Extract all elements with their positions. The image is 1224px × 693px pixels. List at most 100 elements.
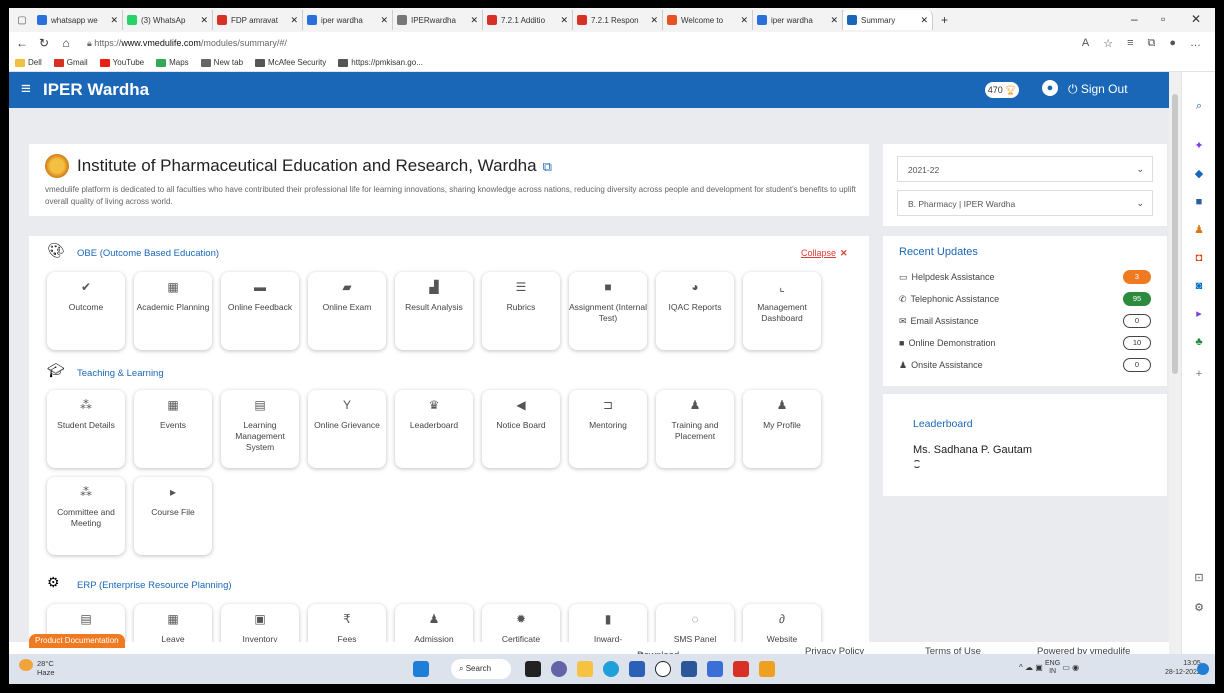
add-icon[interactable]: +	[1193, 368, 1205, 380]
module-tile[interactable]: ▦ Academic Planning	[134, 272, 212, 350]
games-icon[interactable]: ♟	[1193, 224, 1205, 236]
weather-widget[interactable]: 28°C Haze	[19, 659, 55, 677]
tab-close-icon[interactable]: ✕	[290, 15, 298, 26]
tab-close-icon[interactable]: ✕	[380, 15, 388, 26]
search-icon[interactable]: ⌕	[1193, 100, 1205, 112]
module-tile[interactable]: ♛ Leaderboard	[395, 390, 473, 468]
read-aloud-icon[interactable]: A	[1082, 37, 1089, 49]
close-window-button[interactable]: ✕	[1191, 12, 1201, 26]
module-tile[interactable]: ▸ Course File	[134, 477, 212, 555]
profile-icon[interactable]: ●	[1169, 37, 1176, 49]
home-icon[interactable]: ⌂	[57, 36, 75, 50]
favorite-item[interactable]: YouTube	[99, 58, 144, 67]
acrobat-icon[interactable]	[733, 661, 749, 677]
module-tile[interactable]: ⁂ Student Details	[47, 390, 125, 468]
taskbar-clock[interactable]: 13:05 28-12-2022	[1165, 659, 1201, 677]
update-item[interactable]: ▭ Helpdesk Assistance 3	[899, 270, 1155, 288]
back-icon[interactable]: ←	[13, 36, 31, 50]
settings-gear-icon[interactable]: ⚙	[1193, 602, 1205, 614]
user-icon[interactable]: ●	[1042, 80, 1058, 96]
tab-close-icon[interactable]: ✕	[920, 15, 928, 26]
tab-close-icon[interactable]: ✕	[200, 15, 208, 26]
word-icon[interactable]	[681, 661, 697, 677]
tab-close-icon[interactable]: ✕	[110, 15, 118, 26]
edge-icon[interactable]	[603, 661, 619, 677]
tab-close-icon[interactable]: ✕	[650, 15, 658, 26]
favorite-item[interactable]: Dell	[15, 58, 42, 67]
module-tile[interactable]: ◀ Notice Board	[482, 390, 560, 468]
module-tile[interactable]: ♟ Training and Placement	[656, 390, 734, 468]
start-icon[interactable]	[413, 661, 429, 677]
module-tile[interactable]: Y Online Grievance	[308, 390, 386, 468]
module-tile[interactable]: ▤ Learning Management System	[221, 390, 299, 468]
more-icon[interactable]: …	[1190, 37, 1201, 49]
notification-icon[interactable]	[1197, 663, 1209, 675]
scrollbar-thumb[interactable]	[1172, 94, 1178, 374]
product-documentation-tab[interactable]: Product Documentation	[29, 634, 125, 648]
page-scrollbar[interactable]	[1169, 72, 1181, 662]
tag-icon[interactable]: ◆	[1193, 168, 1205, 180]
menu-icon[interactable]: ≡	[21, 79, 31, 99]
tab-close-icon[interactable]: ✕	[740, 15, 748, 26]
browser-tab[interactable]: whatsapp we ✕	[33, 10, 123, 30]
minimize-button[interactable]: –	[1131, 12, 1138, 26]
module-tile[interactable]: ♟ My Profile	[743, 390, 821, 468]
module-tile[interactable]: ⌞ Management Dashboard	[743, 272, 821, 350]
outlook-icon[interactable]: ◙	[1193, 280, 1205, 292]
designer-icon[interactable]: ▸	[1193, 308, 1205, 320]
dell-icon[interactable]	[655, 661, 671, 677]
external-link-icon[interactable]: ⧉	[543, 159, 552, 174]
tab-close-icon[interactable]: ✕	[560, 15, 568, 26]
tab-actions-icon[interactable]: ▢	[15, 13, 29, 27]
module-tile[interactable]: ▦ Events	[134, 390, 212, 468]
favorite-item[interactable]: https://pmkisan.go...	[338, 58, 423, 67]
browser-tab[interactable]: FDP amravat ✕	[213, 10, 303, 30]
new-tab-button[interactable]: +	[941, 13, 948, 27]
browser-tab[interactable]: 7.2.1 Additio ✕	[483, 10, 573, 30]
paint-icon[interactable]	[759, 661, 775, 677]
favorite-item[interactable]: Gmail	[53, 58, 88, 67]
browser-tab[interactable]: Summary ✕	[843, 10, 933, 30]
sidebar-layout-icon[interactable]: ⊡	[1193, 572, 1205, 584]
store-icon[interactable]	[629, 661, 645, 677]
module-tile[interactable]: ☰ Rubrics	[482, 272, 560, 350]
module-tile[interactable]: ◕ IQAC Reports	[656, 272, 734, 350]
browser-tab[interactable]: iper wardha ✕	[753, 10, 843, 30]
program-select[interactable]: B. Pharmacy | IPER Wardha ⌄	[897, 190, 1153, 216]
module-tile[interactable]: ▬ Online Feedback	[221, 272, 299, 350]
favorite-item[interactable]: McAfee Security	[255, 58, 326, 67]
module-tile[interactable]: ■ Assignment (Internal Test)	[569, 272, 647, 350]
chat-icon[interactable]	[551, 661, 567, 677]
browser-tab[interactable]: IPERwardha ✕	[393, 10, 483, 30]
tab-close-icon[interactable]: ✕	[470, 15, 478, 26]
update-item[interactable]: ■ Online Demonstration 10	[899, 336, 1155, 354]
module-tile[interactable]: ⁂ Committee and Meeting	[47, 477, 125, 555]
collapse-link[interactable]: Collapse ✕	[801, 248, 848, 259]
maximize-button[interactable]: ▫	[1161, 12, 1165, 26]
browser-tab[interactable]: (3) WhatsAp ✕	[123, 10, 213, 30]
app-icon[interactable]	[707, 661, 723, 677]
module-tile[interactable]: ⊐ Mentoring	[569, 390, 647, 468]
star-icon[interactable]: ☆	[1103, 37, 1113, 50]
leaderboard-title[interactable]: Leaderboard	[913, 418, 973, 430]
module-tile[interactable]: ✔ Outcome	[47, 272, 125, 350]
module-tile[interactable]: ▟ Result Analysis	[395, 272, 473, 350]
tab-close-icon[interactable]: ✕	[830, 15, 838, 26]
year-select[interactable]: 2021-22 ⌄	[897, 156, 1153, 182]
points-badge[interactable]: 470 🏆︎	[985, 82, 1019, 98]
office-icon[interactable]: ◘	[1193, 252, 1205, 264]
taskbar-search[interactable]: ⌕ Search	[451, 659, 511, 679]
system-tray[interactable]: ^ ☁ ▣ ENG IN ▭ ◉	[1019, 660, 1079, 676]
browser-tab[interactable]: iper wardha ✕	[303, 10, 393, 30]
browser-tab[interactable]: 7.2.1 Respon ✕	[573, 10, 663, 30]
update-item[interactable]: ✉ Email Assistance 0	[899, 314, 1155, 332]
favorite-item[interactable]: Maps	[156, 58, 189, 67]
sign-out-button[interactable]: ⏻ Sign Out	[1068, 82, 1128, 97]
favorites-icon[interactable]: ≡	[1127, 37, 1133, 49]
url-field[interactable]: 🔒︎ https://www.vmedulife.com/modules/sum…	[87, 38, 1082, 49]
tree-icon[interactable]: ♣	[1193, 336, 1205, 348]
favorite-item[interactable]: New tab	[200, 58, 243, 67]
task-view-icon[interactable]	[525, 661, 541, 677]
update-item[interactable]: ♟ Onsite Assistance 0	[899, 358, 1155, 376]
refresh-icon[interactable]: ↻	[35, 36, 53, 50]
